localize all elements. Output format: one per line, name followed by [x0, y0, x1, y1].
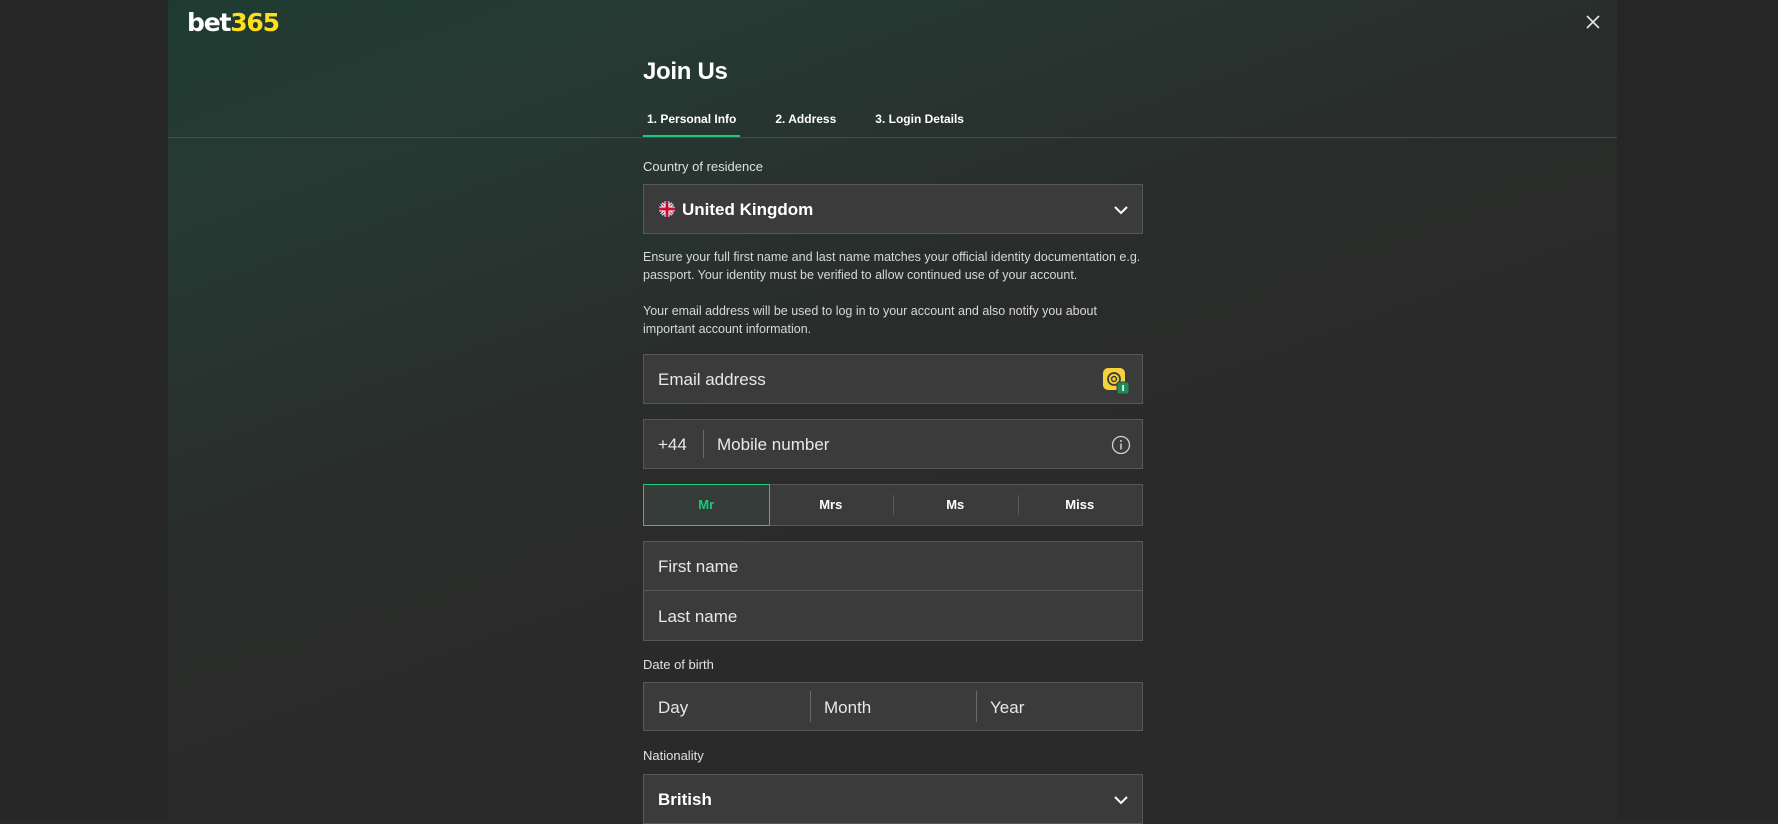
name-group: First name Last name	[643, 541, 1143, 641]
first-name-field[interactable]: First name	[644, 542, 1142, 591]
tab-label: 1. Personal Info	[647, 112, 737, 126]
chevron-down-icon	[1114, 796, 1128, 805]
tab-login-details[interactable]: 3. Login Details	[871, 112, 968, 137]
prefix-separator	[703, 430, 704, 458]
tabs-divider	[168, 137, 1617, 138]
info-icon[interactable]	[1111, 435, 1131, 455]
mobile-field[interactable]: +44 Mobile number	[643, 419, 1143, 469]
dob-day-field[interactable]: Day	[644, 683, 810, 730]
title-option-ms[interactable]: Ms	[893, 485, 1018, 525]
mobile-placeholder: Mobile number	[717, 435, 830, 454]
nationality-value: British	[658, 790, 712, 809]
tab-personal-info[interactable]: 1. Personal Info	[643, 112, 741, 137]
backdrop-left	[0, 0, 168, 821]
dob-year-placeholder: Year	[990, 698, 1025, 717]
logo-text-white: bet	[187, 8, 231, 37]
title-option-mr[interactable]: Mr	[643, 484, 770, 526]
email-notice: Your email address will be used to log i…	[643, 304, 1097, 336]
last-name-placeholder: Last name	[658, 607, 738, 626]
email-placeholder: Email address	[658, 370, 766, 389]
last-name-field[interactable]: Last name	[644, 592, 1142, 641]
uk-flag-icon	[659, 201, 675, 217]
nationality-select[interactable]: British	[643, 774, 1143, 824]
password-manager-icon[interactable]	[1102, 367, 1130, 395]
registration-steps: 1. Personal Info 2. Address 3. Login Det…	[643, 112, 999, 137]
bet365-logo: bet365	[187, 8, 280, 37]
backdrop-right	[1617, 0, 1778, 821]
tab-label: 3. Login Details	[875, 112, 964, 126]
logo-text-yellow: 365	[230, 8, 280, 37]
dob-month-placeholder: Month	[824, 698, 872, 717]
title-option-mrs[interactable]: Mrs	[769, 485, 894, 525]
title-selector: Mr Mrs Ms Miss	[643, 484, 1143, 526]
dob-day-placeholder: Day	[658, 698, 689, 717]
page-title: Join Us	[643, 58, 728, 85]
country-value: United Kingdom	[682, 200, 814, 219]
title-option-miss[interactable]: Miss	[1017, 485, 1143, 525]
dob-year-field[interactable]: Year	[976, 683, 1142, 730]
dob-month-field[interactable]: Month	[810, 683, 976, 730]
chevron-down-icon	[1114, 206, 1128, 215]
tab-label: 2. Address	[775, 112, 837, 126]
email-field[interactable]: Email address	[643, 354, 1143, 404]
tab-address[interactable]: 2. Address	[771, 112, 840, 137]
dob-label: Date of birth	[643, 657, 714, 672]
close-icon	[1586, 15, 1600, 29]
first-name-placeholder: First name	[658, 557, 739, 576]
nationality-label: Nationality	[643, 748, 704, 763]
country-select[interactable]: United Kingdom	[643, 184, 1143, 234]
identity-notice: Ensure your full first name and last nam…	[643, 250, 1141, 282]
country-code: +44	[658, 435, 687, 454]
dob-field: Day Month Year	[643, 682, 1143, 731]
close-button[interactable]	[1582, 11, 1604, 33]
country-label: Country of residence	[643, 159, 763, 174]
